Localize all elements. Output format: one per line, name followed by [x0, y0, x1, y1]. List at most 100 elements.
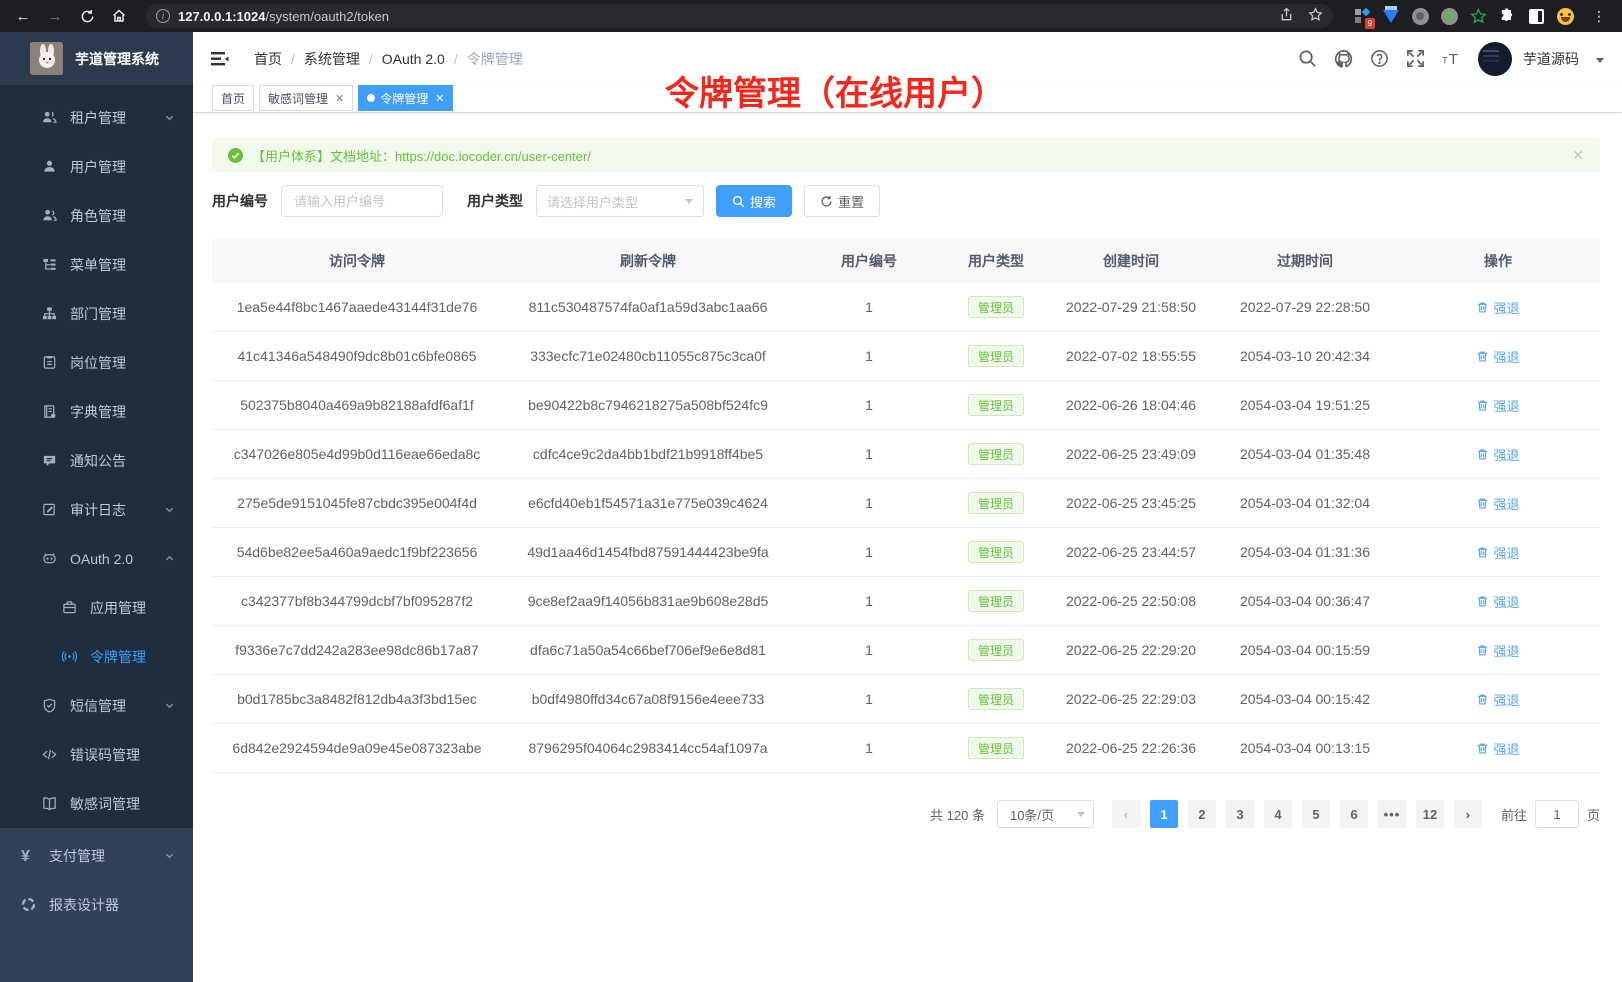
sidebar-logo[interactable]: 芋道管理系统 — [0, 32, 193, 85]
user-name[interactable]: 芋道源码 — [1523, 49, 1579, 69]
table-cell: 2022-06-25 22:29:03 — [1048, 675, 1214, 723]
extension-puzzle-icon[interactable] — [1498, 7, 1516, 25]
page-button-1[interactable]: 1 — [1150, 800, 1178, 828]
pages-ellipsis[interactable]: ••• — [1378, 800, 1406, 828]
page-button-2[interactable]: 2 — [1188, 800, 1216, 828]
department-icon — [42, 306, 57, 321]
force-logout-button[interactable]: 强退 — [1476, 298, 1519, 317]
force-logout-button[interactable]: 强退 — [1476, 396, 1519, 415]
prev-page-button[interactable]: ‹ — [1112, 800, 1140, 828]
sidebar-item-label: 字典管理 — [70, 402, 126, 422]
sidebar-item-岗位管理[interactable]: 岗位管理 — [0, 338, 193, 387]
sidebar-item-支付管理[interactable]: ¥支付管理 — [0, 831, 193, 880]
fullscreen-icon[interactable] — [1406, 49, 1425, 68]
sidebar-item-报表设计器[interactable]: 报表设计器 — [0, 880, 193, 929]
sidebar-item-OAuth 2.0[interactable]: OAuth 2.0 — [0, 534, 193, 583]
search-button[interactable]: 搜索 — [716, 185, 792, 217]
font-size-icon[interactable]: TT — [1442, 49, 1461, 68]
breadcrumb-home[interactable]: 首页 — [254, 49, 282, 69]
bookmark-star-icon[interactable] — [1308, 7, 1323, 25]
user-id-input[interactable] — [281, 185, 443, 217]
tab-首页[interactable]: 首页 — [212, 85, 254, 111]
force-logout-button[interactable]: 强退 — [1476, 494, 1519, 513]
browser-home-icon[interactable] — [106, 3, 132, 29]
extension-emoji-icon[interactable] — [1556, 7, 1574, 25]
extension-gem-icon[interactable] — [1382, 7, 1400, 25]
user-type-badge: 管理员 — [968, 394, 1024, 416]
force-logout-button[interactable]: 强退 — [1476, 592, 1519, 611]
extension-command-icon[interactable] — [1411, 7, 1429, 25]
error-code-icon — [42, 747, 57, 762]
site-info-icon[interactable]: i — [156, 9, 170, 23]
tab-close-icon[interactable]: ✕ — [335, 92, 344, 105]
doc-link[interactable]: https://doc.iocoder.cn/user-center/ — [395, 149, 591, 164]
sidebar-item-租户管理[interactable]: 租户管理 — [0, 93, 193, 142]
extension-blocks-icon[interactable]: 9 — [1353, 7, 1371, 25]
browser-toolbar: ← → i 127.0.0.1:1024/system/oauth2/token… — [0, 0, 1622, 32]
sidebar-item-通知公告[interactable]: 通知公告 — [0, 436, 193, 485]
table-cell-actions: 强退 — [1396, 675, 1600, 723]
user-type-label: 用户类型 — [467, 191, 523, 211]
breadcrumb-system[interactable]: 系统管理 — [304, 49, 360, 69]
select-caret-icon — [1077, 812, 1085, 817]
table-cell: dfa6c71a50a54c66bef706ef9e6e8d81 — [502, 626, 794, 674]
avatar[interactable] — [1478, 42, 1512, 76]
sidebar-item-审计日志[interactable]: 审计日志 — [0, 485, 193, 534]
share-icon[interactable] — [1279, 7, 1294, 25]
page-button-5[interactable]: 5 — [1302, 800, 1330, 828]
extension-record-icon[interactable] — [1440, 7, 1458, 25]
reset-button[interactable]: 重置 — [804, 185, 880, 217]
url-bar[interactable]: i 127.0.0.1:1024/system/oauth2/token — [146, 4, 1333, 28]
table-cell-actions: 强退 — [1396, 479, 1600, 527]
pagination: 共 120 条 10条/页 ‹ 123456•••12 › 前往 页 — [212, 800, 1600, 828]
browser-menu-icon[interactable]: ⋮ — [1586, 3, 1612, 29]
extension-star-icon[interactable] — [1469, 7, 1487, 25]
force-logout-button[interactable]: 强退 — [1476, 641, 1519, 660]
browser-forward-icon[interactable]: → — [42, 3, 68, 29]
table-cell: 管理员 — [944, 724, 1048, 772]
force-logout-button[interactable]: 强退 — [1476, 543, 1519, 562]
breadcrumb-oauth[interactable]: OAuth 2.0 — [382, 51, 445, 67]
table-cell: 2022-07-29 22:28:50 — [1214, 283, 1396, 331]
force-logout-label: 强退 — [1493, 543, 1519, 562]
tenant-icon — [42, 110, 57, 125]
sidebar-item-应用管理[interactable]: 应用管理 — [0, 583, 193, 632]
sidebar-item-菜单管理[interactable]: 菜单管理 — [0, 240, 193, 289]
sidebar-item-部门管理[interactable]: 部门管理 — [0, 289, 193, 338]
help-icon[interactable] — [1370, 49, 1389, 68]
sidebar-item-字典管理[interactable]: 字典管理 — [0, 387, 193, 436]
user-type-select[interactable]: 请选择用户类型 — [536, 185, 704, 217]
page-button-6[interactable]: 6 — [1340, 800, 1368, 828]
extension-sidebar-icon[interactable] — [1527, 7, 1545, 25]
page-button-4[interactable]: 4 — [1264, 800, 1292, 828]
table-cell: 管理员 — [944, 626, 1048, 674]
tab-敏感词管理[interactable]: 敏感词管理✕ — [259, 85, 353, 111]
search-icon[interactable] — [1298, 49, 1317, 68]
alert-close-icon[interactable]: ✕ — [1572, 147, 1584, 164]
next-page-button[interactable]: › — [1454, 800, 1482, 828]
user-menu-caret-icon[interactable] — [1596, 58, 1604, 63]
sidebar-item-短信管理[interactable]: 短信管理 — [0, 681, 193, 730]
browser-reload-icon[interactable] — [74, 3, 100, 29]
page-size-select[interactable]: 10条/页 — [997, 800, 1094, 828]
sidebar-item-敏感词管理[interactable]: 敏感词管理 — [0, 779, 193, 828]
table-cell: 1 — [794, 283, 944, 331]
tab-令牌管理[interactable]: 令牌管理✕ — [358, 85, 453, 111]
goto-page-input[interactable] — [1535, 800, 1579, 828]
sidebar-item-错误码管理[interactable]: 错误码管理 — [0, 730, 193, 779]
force-logout-button[interactable]: 强退 — [1476, 739, 1519, 758]
collapse-sidebar-icon[interactable] — [210, 49, 230, 69]
page-button-3[interactable]: 3 — [1226, 800, 1254, 828]
menu-tree-icon — [42, 257, 57, 272]
github-icon[interactable] — [1334, 49, 1353, 68]
sidebar-item-令牌管理[interactable]: 令牌管理 — [0, 632, 193, 681]
sidebar-item-角色管理[interactable]: 角色管理 — [0, 191, 193, 240]
force-logout-button[interactable]: 强退 — [1476, 347, 1519, 366]
force-logout-button[interactable]: 强退 — [1476, 445, 1519, 464]
force-logout-button[interactable]: 强退 — [1476, 690, 1519, 709]
page-button-12[interactable]: 12 — [1416, 800, 1444, 828]
browser-back-icon[interactable]: ← — [10, 3, 36, 29]
tab-close-icon[interactable]: ✕ — [435, 92, 444, 105]
sidebar-item-label: 通知公告 — [70, 451, 126, 471]
sidebar-item-用户管理[interactable]: 用户管理 — [0, 142, 193, 191]
